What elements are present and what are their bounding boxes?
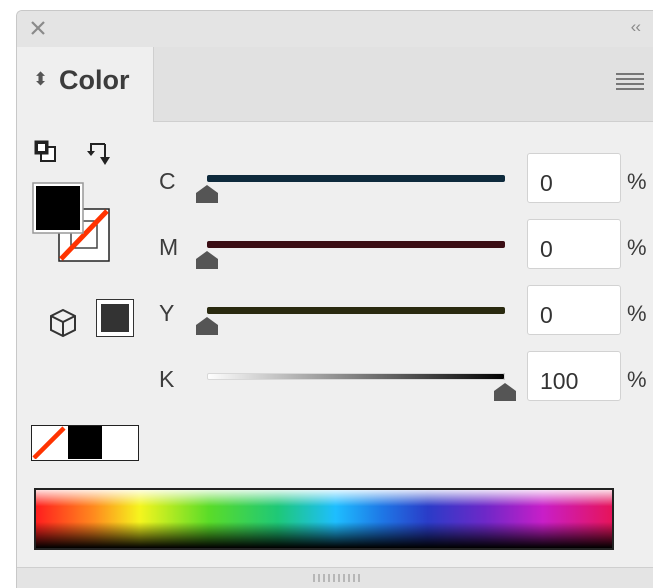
tab-label: Color xyxy=(59,65,130,95)
out-of-gamut-swatch[interactable] xyxy=(96,299,134,337)
channel-label-k: K xyxy=(159,366,175,392)
slider-thumb-k[interactable] xyxy=(493,382,517,402)
value-field-c[interactable] xyxy=(527,153,621,203)
percent-unit-y: % xyxy=(627,301,647,326)
channel-label-m: M xyxy=(159,234,179,260)
slider-thumb-y[interactable] xyxy=(195,316,219,336)
value-field-m[interactable] xyxy=(527,219,621,269)
resize-grip-icon[interactable] xyxy=(312,573,364,583)
none-swatch[interactable] xyxy=(32,426,66,459)
color-panel: ‹‹ ⬍ Color C 0 % M 0 % Y 0 % K 100 % xyxy=(16,10,653,588)
slider-thumb-m[interactable] xyxy=(195,250,219,270)
tab-color[interactable]: ⬍ Color xyxy=(17,47,154,122)
out-of-gamut-cube-icon[interactable] xyxy=(47,307,79,339)
stroke-swatch[interactable] xyxy=(63,211,109,263)
slider-track-y[interactable] xyxy=(207,307,505,314)
out-of-gamut-color xyxy=(101,304,129,332)
value-field-k[interactable] xyxy=(527,351,621,401)
channel-label-y: Y xyxy=(159,300,175,326)
slider-track-c[interactable] xyxy=(207,175,505,182)
white-swatch[interactable] xyxy=(104,426,138,459)
tab-row: ⬍ Color xyxy=(17,47,653,122)
black-swatch[interactable] xyxy=(68,426,102,459)
close-icon[interactable] xyxy=(25,15,51,41)
panel-bottombar xyxy=(17,567,653,588)
tab-expand-arrows-icon[interactable]: ⬍ xyxy=(33,69,48,90)
percent-unit-c: % xyxy=(627,169,647,194)
percent-unit-k: % xyxy=(627,367,647,392)
slider-track-m[interactable] xyxy=(207,241,505,248)
slider-thumb-c[interactable] xyxy=(195,184,219,204)
default-fill-stroke-icon[interactable] xyxy=(33,139,59,165)
value-field-y[interactable] xyxy=(527,285,621,335)
channel-label-c: C xyxy=(159,168,176,194)
slider-track-k[interactable] xyxy=(207,373,505,380)
color-spectrum[interactable] xyxy=(34,488,614,550)
panel-titlebar: ‹‹ xyxy=(17,11,653,48)
panel-menu-icon[interactable] xyxy=(616,73,644,93)
percent-unit-m: % xyxy=(627,235,647,260)
swap-fill-stroke-icon[interactable] xyxy=(85,139,115,169)
quick-swatches xyxy=(31,425,139,461)
collapse-icon[interactable]: ‹‹ xyxy=(631,17,641,37)
